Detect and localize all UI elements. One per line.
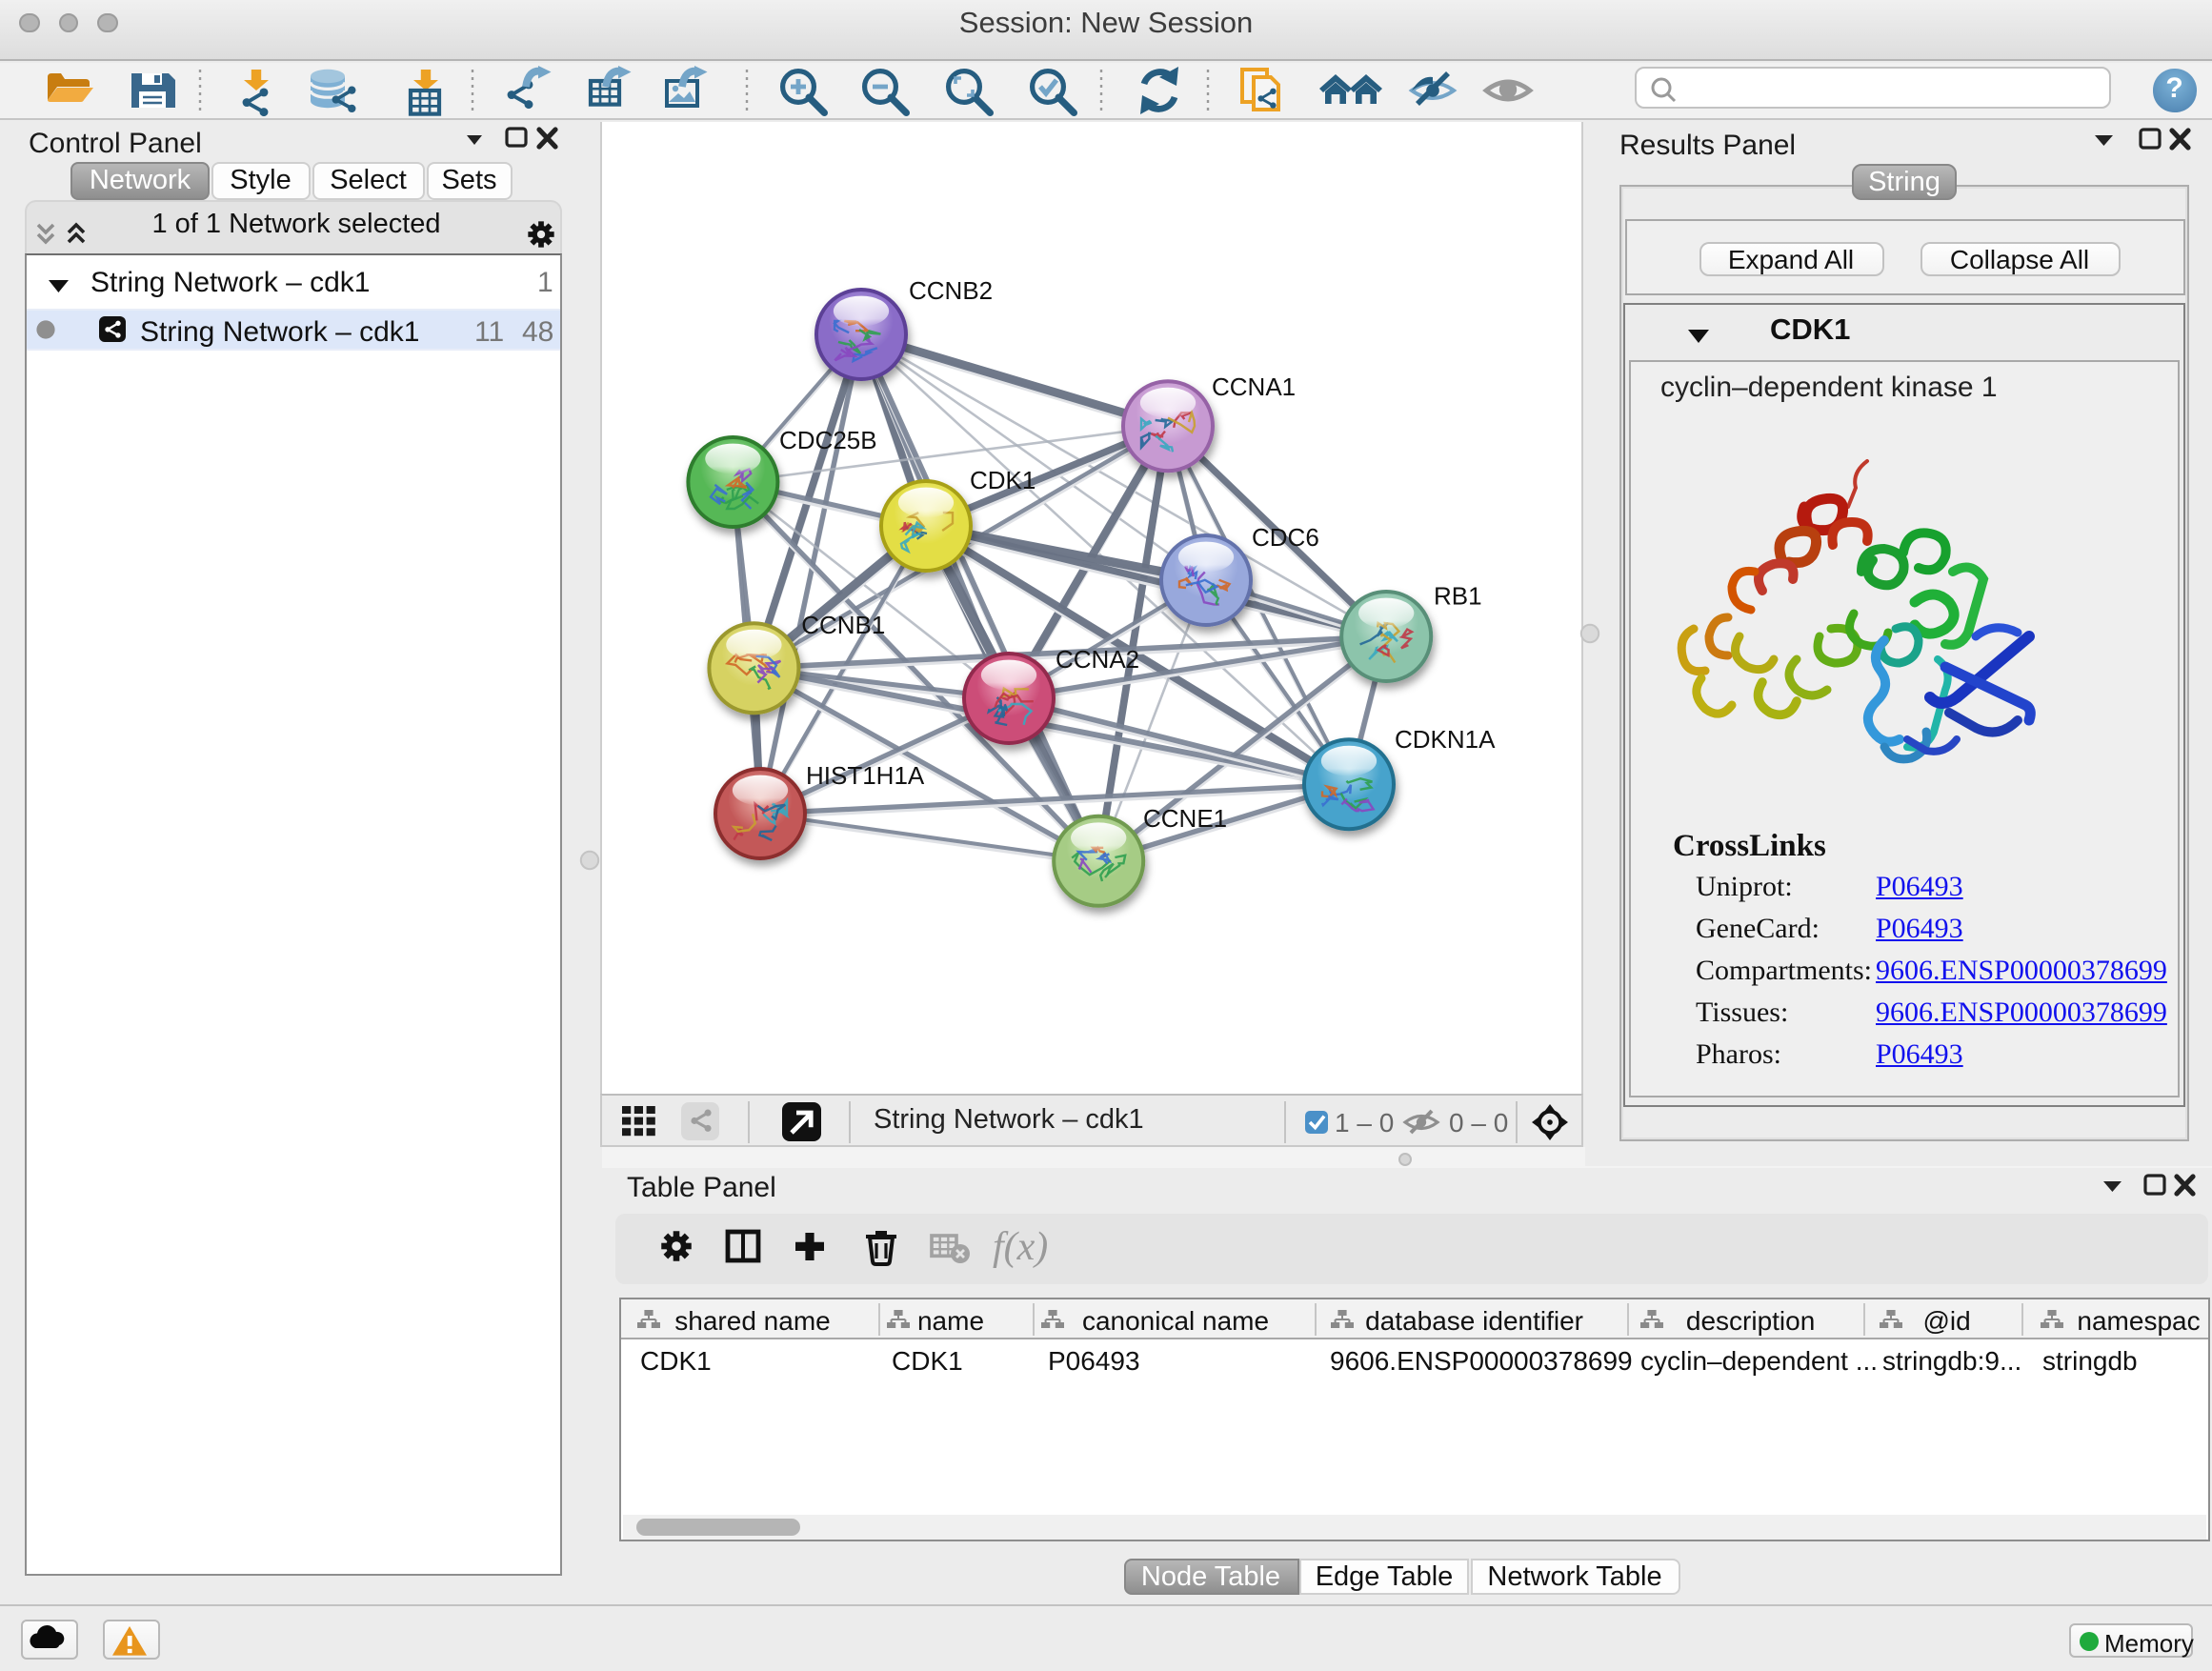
- svg-text:HIST1H1A: HIST1H1A: [805, 760, 924, 789]
- svg-text:CDC6: CDC6: [1251, 522, 1318, 551]
- svg-text:CCNA2: CCNA2: [1055, 644, 1138, 673]
- svg-text:CCNB2: CCNB2: [908, 275, 992, 304]
- svg-text:CCNA1: CCNA1: [1211, 372, 1295, 400]
- svg-text:RB1: RB1: [1433, 580, 1481, 609]
- svg-text:CDK1: CDK1: [969, 465, 1035, 493]
- svg-text:f(x): f(x): [992, 1224, 1047, 1268]
- svg-text:CCNB1: CCNB1: [800, 610, 884, 638]
- svg-text:CCNE1: CCNE1: [1142, 803, 1226, 832]
- svg-text:CDC25B: CDC25B: [778, 425, 876, 453]
- svg-text:CDKN1A: CDKN1A: [1394, 724, 1495, 753]
